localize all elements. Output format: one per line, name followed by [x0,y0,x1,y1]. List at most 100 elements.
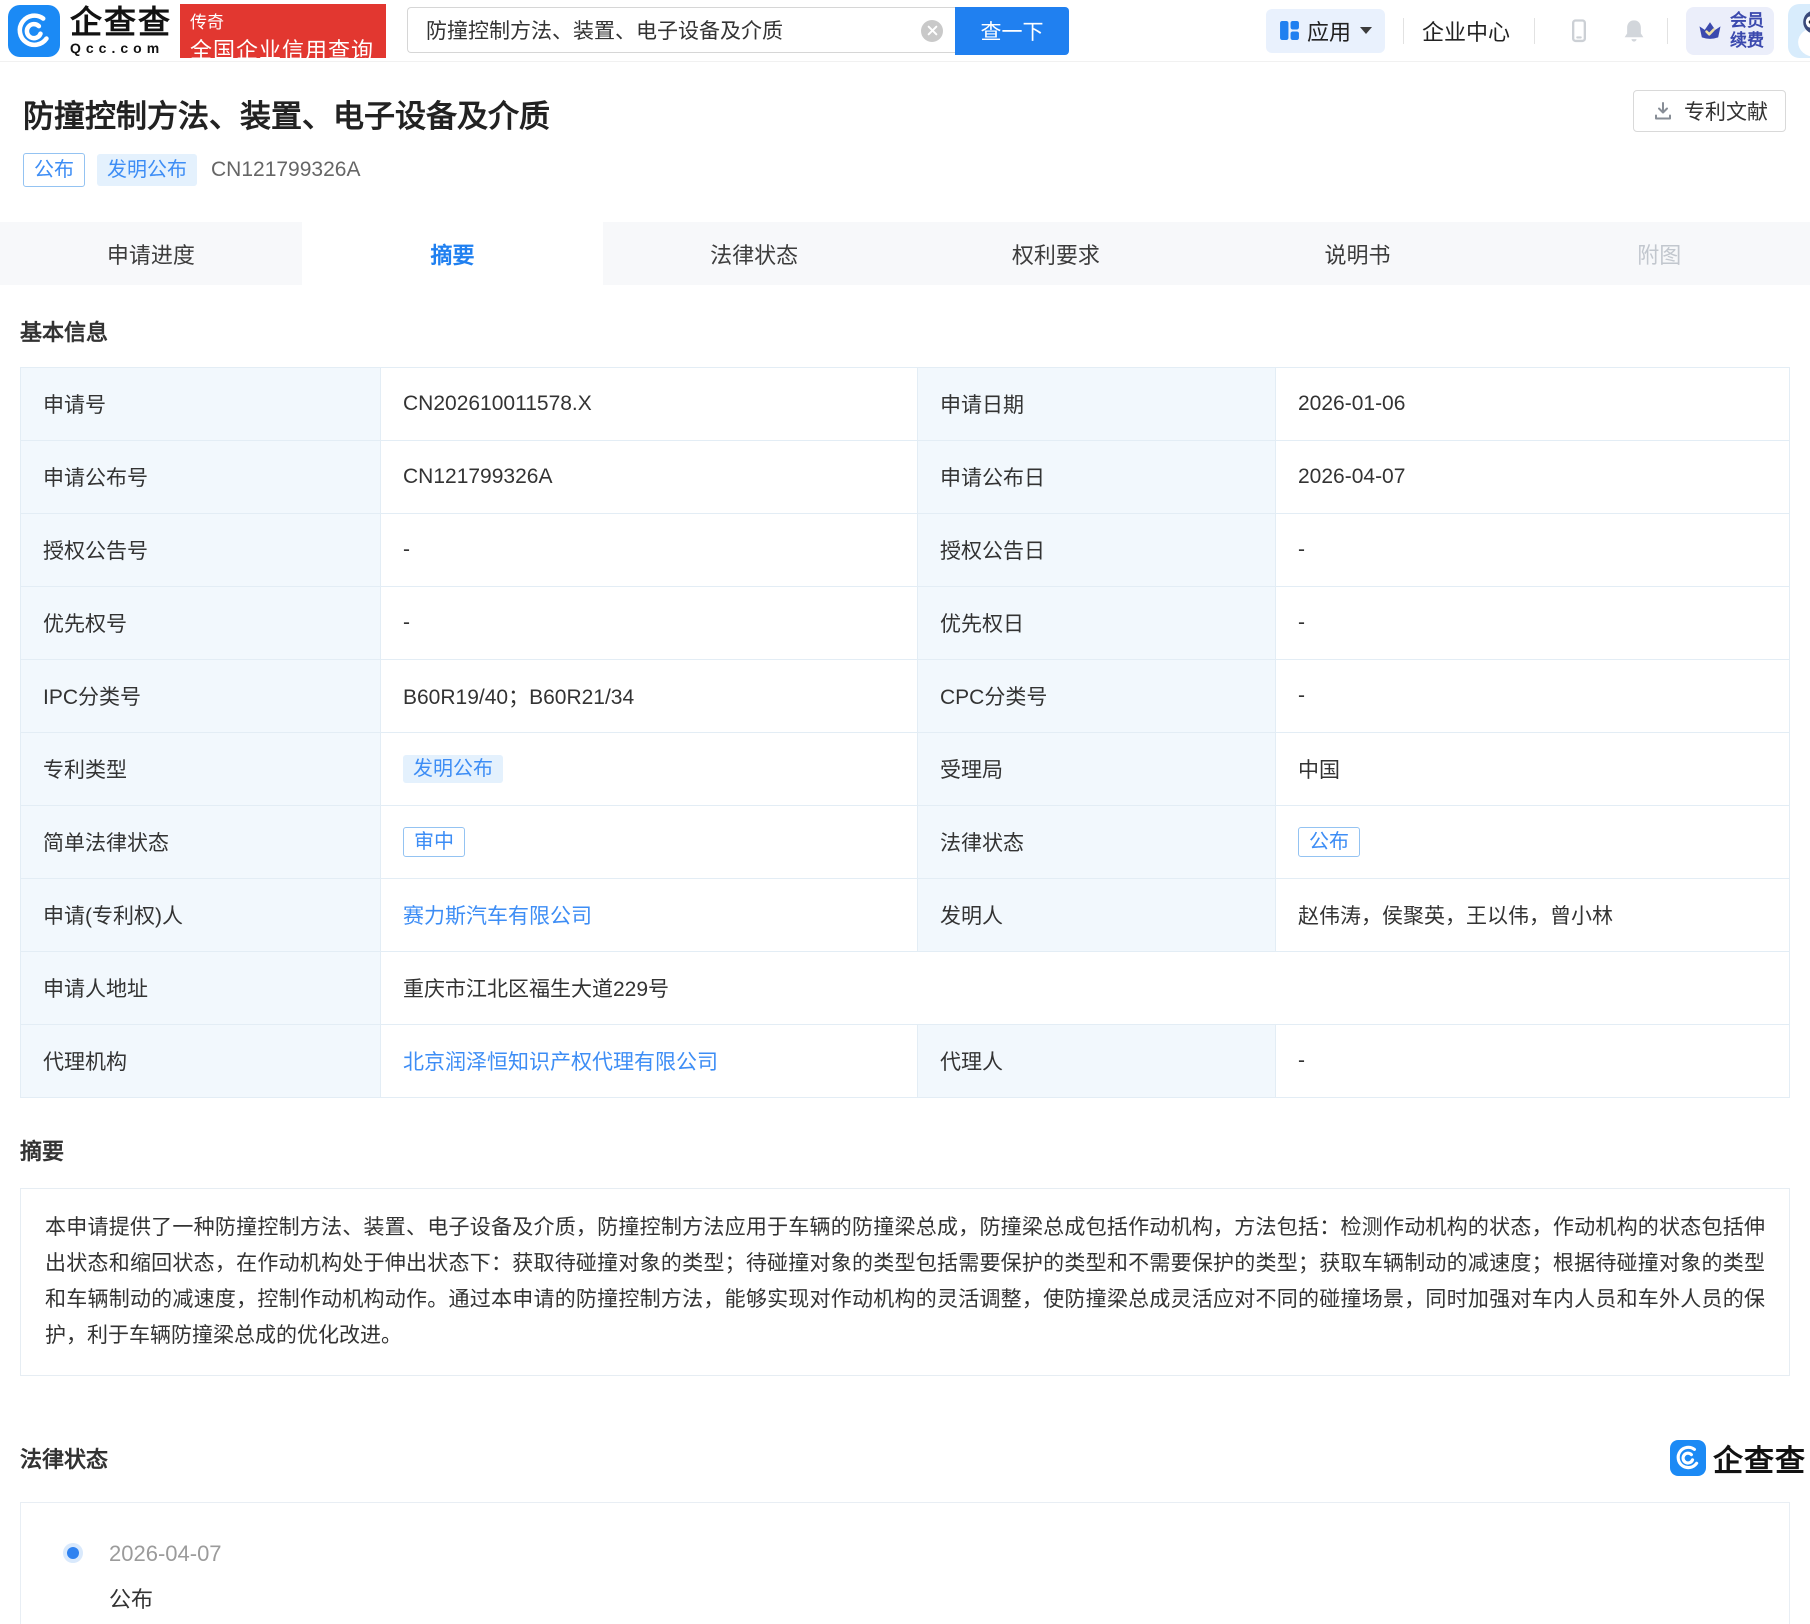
apps-menu[interactable]: 应用 [1266,9,1385,53]
abstract-title: 摘要 [20,1134,1790,1166]
brand-block[interactable]: 企查查 Qcc.com [70,6,172,55]
apps-label: 应用 [1307,15,1351,47]
search-box [407,7,955,53]
info-table-row: 申请人地址重庆市江北区福生大道229号 [21,952,1790,1025]
search-bar: 查一下 [407,7,1069,55]
info-table-row: 授权公告号-授权公告日- [21,514,1790,587]
value-badge: 发明公布 [403,755,503,783]
value-text: 重庆市江北区福生大道229号 [403,978,669,1001]
divider [1403,18,1404,44]
info-field-value: 北京润泽恒知识产权代理有限公司 [381,1025,918,1098]
divider [1667,18,1668,44]
vip-label-line1: 会员 [1730,11,1764,31]
basic-info-table: 申请号CN202610011578.X申请日期 2026-01-06 申请公布号 CN… [20,367,1790,1098]
phone-icon [1565,17,1593,45]
value-text: - [1298,538,1305,561]
header-nav: 应用 企业中心 会员 续费 [1266,4,1810,58]
info-field-label: 申请人地址 [21,952,381,1025]
info-table-row: 专利类型发明公布受理局中国 [21,733,1790,806]
timeline-dot-icon [67,1547,79,1559]
info-field-value: 公布 [1276,806,1790,879]
main-content: 基本信息 申请号CN202610011578.X申请日期2026-01-06申请… [0,315,1810,1624]
qcc-watermark-text: 企查查 [1713,1436,1806,1480]
tab-figures[interactable]: 附图 [1508,222,1810,285]
info-field-label: 优先权日 [918,587,1276,660]
info-field-label: 申请日期 [918,368,1276,441]
patent-document-label: 专利文献 [1684,96,1768,126]
top-header: 企查查 Qcc.com 传奇 全国企业信用查询 查一下 应用 企业中心 [0,0,1810,62]
info-field-label: 申请号 [21,368,381,441]
tab-claims[interactable]: 权利要求 [905,222,1207,285]
legal-date: 2026-04-07 [109,1541,1789,1567]
tab-abstract[interactable]: 摘要 [302,222,604,285]
info-table-row: 代理机构北京润泽恒知识产权代理有限公司 代理人- [21,1025,1790,1098]
divider [1534,18,1535,44]
info-field-label: 申请公布日 [918,441,1276,514]
search-button[interactable]: 查一下 [955,7,1069,55]
value-text: - [403,538,410,561]
value-text: 中国 [1298,759,1340,782]
info-field-label: 简单法律状态 [21,806,381,879]
info-field-value: - [1276,1025,1790,1098]
entity-link[interactable]: 赛力斯汽车有限公司 [403,905,592,928]
value-text: CN121799326A [403,465,552,488]
tag-row: 公布 发明公布 CN121799326A [23,154,1786,186]
patent-document-button[interactable]: 专利文献 [1633,90,1786,132]
search-input[interactable] [408,8,955,52]
abstract-text: 本申请提供了一种防撞控制方法、装置、电子设备及介质，防撞控制方法应用于车辆的防撞… [20,1188,1790,1376]
qcc-watermark: 企查查 [1670,1436,1806,1480]
info-field-label: 申请(专利权)人 [21,879,381,952]
vip-renew-button[interactable]: 会员 续费 [1686,7,1774,55]
publication-number: CN121799326A [211,158,360,182]
status-badge: 公布 [23,153,85,187]
tab-legal-status[interactable]: 法律状态 [603,222,905,285]
info-field-label: 法律状态 [918,806,1276,879]
info-table-row: 申请号CN202610011578.X申请日期 2026-01-06 [21,368,1790,441]
info-field-value: 赛力斯汽车有限公司 [381,879,918,952]
info-field-label: 授权公告号 [21,514,381,587]
info-field-value: - [1276,660,1790,733]
info-field-label: 申请公布号 [21,441,381,514]
user-avatar[interactable] [1788,4,1810,58]
chevron-down-icon [1360,27,1372,34]
info-field-value: - [1276,587,1790,660]
value-text: 赵伟涛，侯聚英，王以伟，曾小林 [1298,905,1613,928]
info-field-value: CN202610011578.X [381,368,918,441]
legal-status-header: 法律状态 企查查 [20,1436,1790,1480]
tab-bar: 申请进度摘要法律状态权利要求说明书附图 [0,222,1810,285]
tab-description[interactable]: 说明书 [1207,222,1509,285]
value-text: 2026-01-06 [1298,392,1405,415]
entity-link[interactable]: 北京润泽恒知识产权代理有限公司 [403,1051,718,1074]
qcc-logo-icon[interactable] [8,5,60,57]
value-badge: 公布 [1298,827,1360,857]
penguin-avatar-icon [1788,4,1810,58]
info-field-value: 2026-04-07 [1276,441,1790,514]
vip-label-line2: 续费 [1730,31,1764,51]
promo-badge: 传奇 全国企业信用查询 [180,4,386,58]
basic-info-title: 基本信息 [20,315,1790,347]
info-field-label: 受理局 [918,733,1276,806]
notifications-button[interactable] [1619,16,1649,46]
info-field-value: 重庆市江北区福生大道229号 [381,952,1790,1025]
info-field-value: - [381,587,918,660]
info-field-value: 审中 [381,806,918,879]
mobile-app-button[interactable] [1565,17,1593,45]
tab-application-progress[interactable]: 申请进度 [0,222,302,285]
info-field-value: 发明公布 [381,733,918,806]
info-field-value: CN121799326A [381,441,918,514]
value-text: - [1298,611,1305,634]
info-field-label: 代理人 [918,1025,1276,1098]
info-field-label: 授权公告日 [918,514,1276,587]
legal-status-title: 法律状态 [20,1442,108,1474]
value-text: - [403,611,410,634]
page-title: 防撞控制方法、装置、电子设备及介质 [23,96,1786,138]
apps-grid-icon [1279,20,1300,41]
info-field-label: 代理机构 [21,1025,381,1098]
legal-timeline-item: 2026-04-07公布 [109,1541,1789,1614]
info-field-label: 优先权号 [21,587,381,660]
info-field-value: - [1276,514,1790,587]
legal-status-panel: 2026-04-07公布 [20,1502,1790,1624]
crown-icon [1696,17,1724,45]
enterprise-center-link[interactable]: 企业中心 [1422,15,1510,47]
clear-search-icon[interactable] [921,20,943,42]
